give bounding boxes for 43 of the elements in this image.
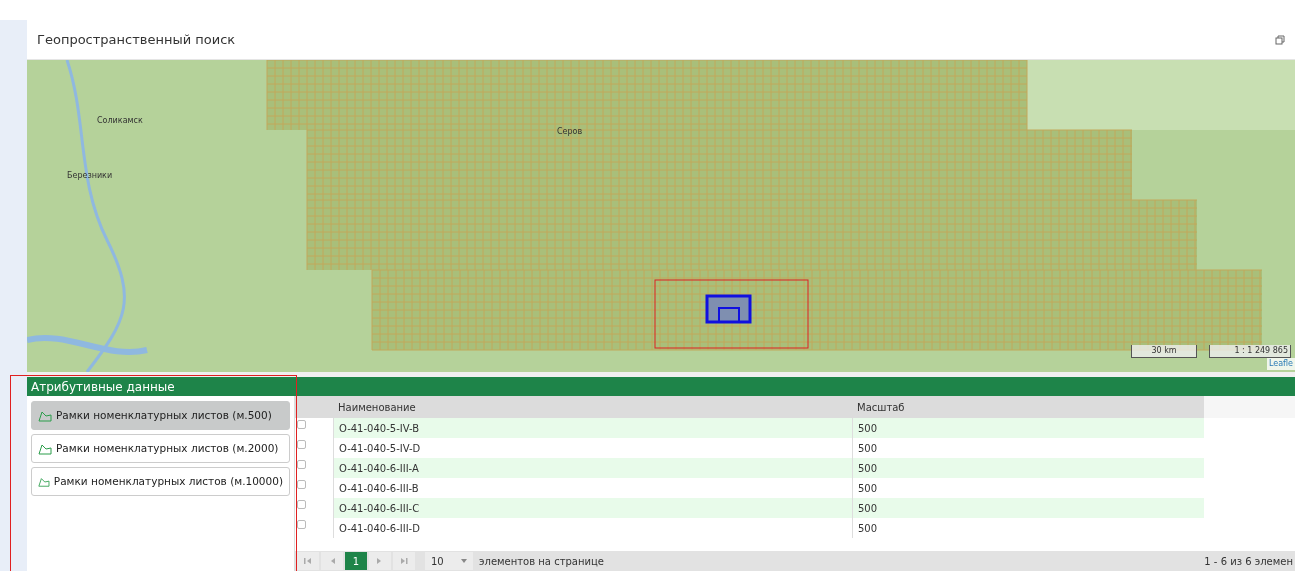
map[interactable]: Соликамск Березники Серов 30 km 1 : 1 249 865 Leafle (27, 60, 1295, 372)
skip-icon (400, 557, 408, 565)
table-cell: O-41-040-5-IV-B (333, 418, 852, 438)
polygon-icon (38, 442, 52, 455)
caret-icon (461, 559, 467, 563)
layer-item[interactable]: Рамки номенклатурных листов (м.2000) (31, 434, 290, 463)
window-title: Геопространственный поиск (37, 30, 236, 49)
page-button[interactable]: 1 (345, 552, 367, 570)
panel-title: Атрибутивные данные (31, 378, 175, 396)
polygon-icon (38, 475, 50, 488)
row-checkbox[interactable] (297, 420, 306, 429)
scale-bar: 30 km (1131, 345, 1197, 358)
pager-summary: 1 - 6 из 6 элемен (1204, 554, 1293, 569)
polygon-icon (38, 409, 52, 422)
scale-ratio: 1 : 1 249 865 (1209, 345, 1291, 358)
table-cell: O-41-040-6-III-C (333, 498, 852, 518)
attribution-link[interactable]: Leafle (1266, 358, 1295, 370)
last-page-button[interactable] (393, 552, 415, 570)
layer-item[interactable]: Рамки номенклатурных листов (м.500) (31, 401, 290, 430)
table-cell: 500 (852, 518, 1204, 538)
previous-page-button[interactable] (321, 552, 343, 570)
table-cell: O-41-040-6-III-A (333, 458, 852, 478)
restore-icon[interactable] (1275, 34, 1285, 45)
row-checkbox[interactable] (297, 440, 306, 449)
page-size-label: элементов на странице (479, 554, 604, 569)
layer-item[interactable]: Рамки номенклатурных листов (м.10000) (31, 467, 290, 496)
map-label: Серов (557, 126, 583, 138)
first-page-button[interactable] (297, 552, 319, 570)
next-page-button[interactable] (369, 552, 391, 570)
table-cell: 500 (852, 418, 1204, 438)
table-cell: 500 (852, 498, 1204, 518)
row-checkbox[interactable] (297, 520, 306, 529)
column-header[interactable]: Масштаб (852, 399, 1204, 415)
row-checkbox[interactable] (297, 500, 306, 509)
column-header[interactable]: Наименование (333, 399, 852, 415)
map-label: Березники (67, 170, 113, 182)
skip-icon (304, 557, 312, 565)
row-checkbox[interactable] (297, 460, 306, 469)
map-label: Соликамск (97, 115, 143, 127)
row-checkbox[interactable] (297, 480, 306, 489)
page-size-select[interactable]: 10 (425, 552, 473, 570)
table-cell: 500 (852, 458, 1204, 478)
table-cell: O-41-040-6-III-D (333, 518, 852, 538)
